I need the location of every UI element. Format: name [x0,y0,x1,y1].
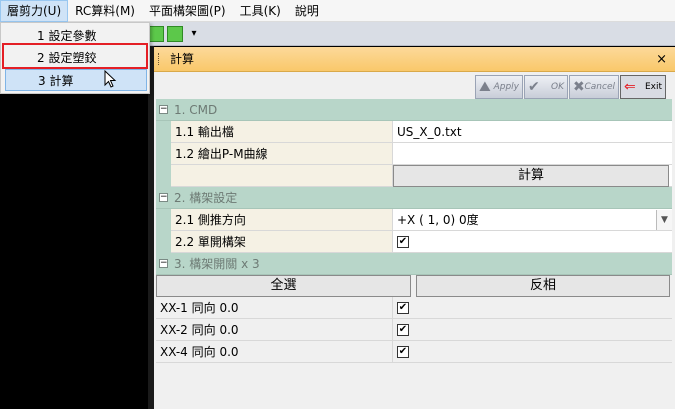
toolbar: ▾ [148,22,675,46]
select-row: 全選 反相 [156,275,672,297]
frame-name: XX-1 同向 0.0 [156,297,393,319]
check-icon: ✔ [528,79,540,95]
apply-button[interactable]: ⛰ Apply [475,75,523,99]
frame-checkbox[interactable]: ✔ [397,324,409,336]
pm-curve-field[interactable] [393,143,672,165]
prop-name: 1.1 輸出檔 [171,121,393,143]
prop-name: 2.1 側推方向 [171,209,393,231]
grid-icon[interactable] [167,26,183,42]
frame-cell: ✔ [393,341,672,363]
row-margin [156,121,171,143]
menu-rc-calc[interactable]: RC算料(M) [68,0,142,22]
category-frame-settings[interactable]: − 2. 構架設定 [156,187,672,209]
menu-help[interactable]: 說明 [288,0,326,22]
menu-item-calculate[interactable]: 3 計算 [5,69,147,91]
frame-row[interactable]: XX-4 同向 0.0 ✔ [156,341,672,363]
cancel-button[interactable]: ✖ Cancel [569,75,619,99]
frame-checkbox[interactable]: ✔ [397,346,409,358]
ok-label: OK [551,82,564,92]
category-label: 2. 構架設定 [174,191,238,205]
mouse-cursor-icon [104,70,117,88]
category-label: 3. 構架開關 x 3 [174,257,260,271]
row-margin [156,165,171,187]
frame-name: XX-2 同向 0.0 [156,319,393,341]
window-title: 計算 [170,52,195,66]
prop-name-empty [171,165,393,187]
single-frame-cell: ✔ [393,231,672,253]
row-margin [156,231,171,253]
calc-window: 計算 × ⛰ Apply ✔ OK ✖ Cancel ⇐ Exit − 1. C… [154,47,675,409]
apply-label: Apply [493,82,519,92]
output-file-field[interactable]: US_X_0.txt [393,121,672,143]
frame-row[interactable]: XX-2 同向 0.0 ✔ [156,319,672,341]
property-grid: − 1. CMD 1.1 輸出檔 US_X_0.txt 1.2 繪出P-M曲線 … [156,99,672,409]
calc-cell: 計算 [393,165,672,187]
invert-button[interactable]: 反相 [416,275,670,297]
collapse-icon[interactable]: − [159,193,168,202]
select-all-button[interactable]: 全選 [156,275,411,297]
collapse-icon[interactable]: − [159,259,168,268]
apply-icon: ⛰ [479,79,491,95]
frame-name: XX-4 同向 0.0 [156,341,393,363]
title-bar: 計算 × [154,47,675,72]
prop-row-output-file[interactable]: 1.1 輸出檔 US_X_0.txt [156,121,672,143]
row-margin [156,143,171,165]
prop-name: 2.2 單開構架 [171,231,393,253]
collapse-icon[interactable]: − [159,105,168,114]
push-direction-select[interactable]: +X ( 1, 0) 0度 ▼ [393,209,672,231]
close-icon[interactable]: × [656,47,667,72]
single-frame-checkbox[interactable]: ✔ [397,236,409,248]
exit-button[interactable]: ⇐ Exit [620,75,666,99]
refresh-icon[interactable] [148,26,164,42]
frame-row[interactable]: XX-1 同向 0.0 ✔ [156,297,672,319]
ok-button[interactable]: ✔ OK [524,75,568,99]
overflow-arrow-icon[interactable]: ▾ [186,26,202,42]
category-frame-switches[interactable]: − 3. 構架開關 x 3 [156,253,672,275]
cancel-x-icon: ✖ [573,79,585,95]
prop-name: 1.2 繪出P-M曲線 [171,143,393,165]
exit-door-icon: ⇐ [624,79,636,95]
exit-label: Exit [644,82,662,92]
menu-tools[interactable]: 工具(K) [233,0,288,22]
menu-story-shear[interactable]: 層剪力(U) [0,0,69,22]
menu-bar: 層剪力(U) RC算料(M) 平面構架圖(P) 工具(K) 說明 [0,0,675,22]
frame-cell: ✔ [393,319,672,341]
action-toolbar: ⛰ Apply ✔ OK ✖ Cancel ⇐ Exit [154,73,675,102]
dark-workspace [0,94,148,409]
highlight-annotation [2,43,148,69]
prop-row-single-frame[interactable]: 2.2 單開構架 ✔ [156,231,672,253]
menu-plane-frame[interactable]: 平面構架圖(P) [142,0,233,22]
category-label: 1. CMD [174,103,218,117]
prop-row-push-direction[interactable]: 2.1 側推方向 +X ( 1, 0) 0度 ▼ [156,209,672,231]
calculate-button[interactable]: 計算 [393,165,669,187]
prop-row-calc: 計算 [156,165,672,187]
frame-cell: ✔ [393,297,672,319]
row-margin [156,209,171,231]
prop-row-pm-curve[interactable]: 1.2 繪出P-M曲線 [156,143,672,165]
category-cmd[interactable]: − 1. CMD [156,99,672,121]
cancel-label: Cancel [584,82,616,92]
push-direction-value: +X ( 1, 0) 0度 [397,213,479,227]
chevron-down-icon[interactable]: ▼ [656,210,672,230]
frame-checkbox[interactable]: ✔ [397,302,409,314]
grip-icon[interactable] [158,53,160,65]
